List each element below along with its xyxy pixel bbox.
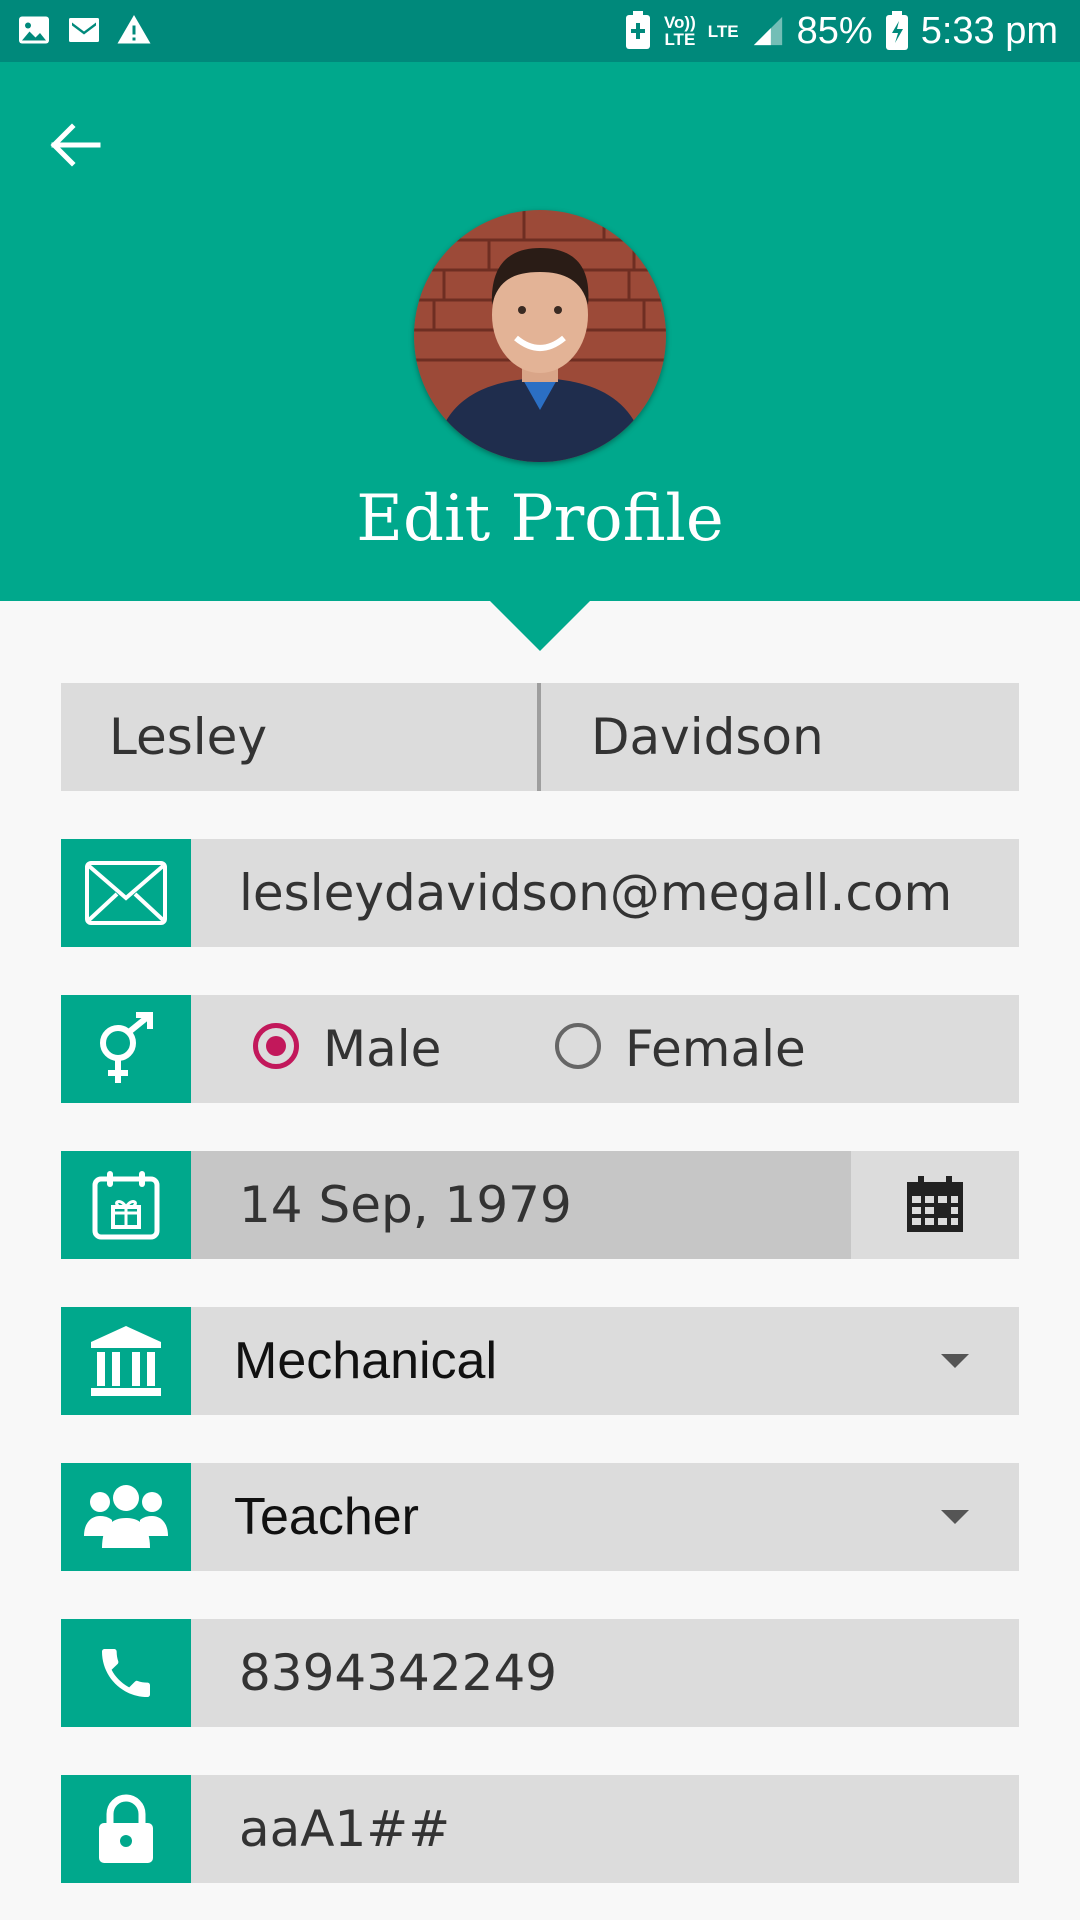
- role-row[interactable]: Teacher: [61, 1463, 1019, 1571]
- back-arrow-icon[interactable]: [40, 110, 110, 180]
- name-row: Lesley Davidson: [61, 683, 1019, 791]
- phone-icon: [102, 1649, 150, 1697]
- page-title: Edit Profile: [356, 482, 724, 556]
- gmail-icon: [69, 18, 99, 42]
- male-radio-label[interactable]: Male: [323, 995, 441, 1103]
- battery-icon: [885, 11, 908, 50]
- email-field[interactable]: lesleydavidson@megall.com: [239, 839, 952, 947]
- calendar-icon: [907, 1176, 963, 1232]
- group-icon: [84, 1485, 168, 1548]
- lte-indicator: LTE: [707, 21, 739, 41]
- gender-icon: [100, 1012, 153, 1083]
- dob-row: 14 Sep, 1979: [61, 1151, 1019, 1259]
- gender-row: Male Female: [61, 995, 1019, 1103]
- dob-input[interactable]: 14 Sep, 1979: [191, 1151, 851, 1259]
- profile-header: Edit Profile: [0, 62, 1080, 601]
- phone-field[interactable]: 8394342249: [239, 1619, 557, 1727]
- role-select[interactable]: Teacher: [234, 1463, 419, 1571]
- lock-icon: [99, 1794, 153, 1863]
- signal-icon: [753, 16, 782, 46]
- first-name-input[interactable]: Lesley: [109, 683, 267, 791]
- email-icon: [85, 861, 167, 925]
- gallery-icon: [19, 16, 49, 44]
- birthday-calendar-icon: [92, 1171, 160, 1240]
- password-field[interactable]: aaA1##: [239, 1775, 450, 1883]
- calendar-button[interactable]: [851, 1151, 1019, 1259]
- battery-saver-icon: [625, 11, 650, 49]
- institution-icon: [91, 1326, 161, 1396]
- dob-value: 14 Sep, 1979: [239, 1176, 572, 1234]
- avatar[interactable]: [414, 210, 666, 462]
- female-radio-label[interactable]: Female: [625, 995, 806, 1103]
- header-pointer: [490, 601, 590, 651]
- status-bar: Vo)) LTE LTE 85% 5:33 pm: [0, 0, 1080, 62]
- password-row: aaA1##: [61, 1775, 1019, 1883]
- last-name-input[interactable]: Davidson: [591, 683, 824, 791]
- volte-indicator: Vo)) LTE: [663, 13, 696, 49]
- clock: 5:33 pm: [920, 9, 1058, 52]
- name-divider: [537, 683, 541, 791]
- department-select[interactable]: Mechanical: [234, 1307, 497, 1415]
- battery-percent: 85%: [796, 9, 873, 52]
- chevron-down-icon[interactable]: [941, 1354, 969, 1368]
- department-row[interactable]: Mechanical: [61, 1307, 1019, 1415]
- chevron-down-icon[interactable]: [941, 1510, 969, 1524]
- phone-row: 8394342249: [61, 1619, 1019, 1727]
- email-row: lesleydavidson@megall.com: [61, 839, 1019, 947]
- male-radio[interactable]: [253, 1023, 299, 1069]
- warning-icon: [117, 15, 151, 44]
- female-radio[interactable]: [555, 1023, 601, 1069]
